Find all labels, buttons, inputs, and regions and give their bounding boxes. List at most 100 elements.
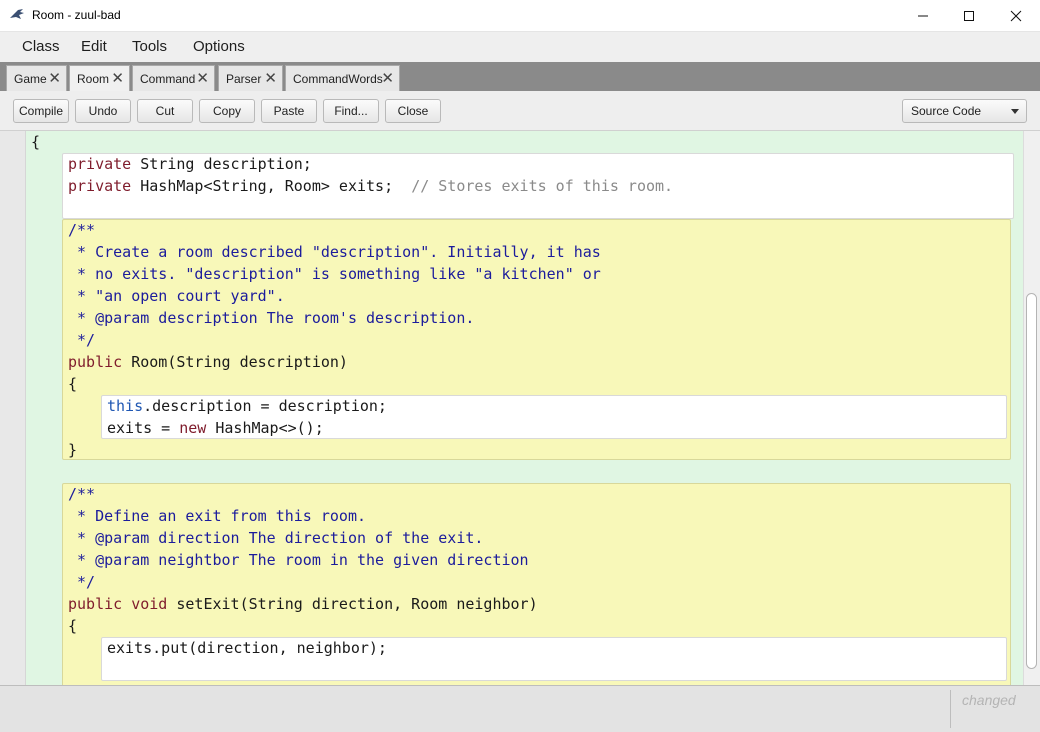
code-line[interactable]: } (68, 439, 77, 461)
code-line[interactable]: private String description; (68, 153, 312, 175)
code-token: { (68, 617, 78, 635)
tab-label: Command (140, 71, 196, 86)
code-token: HashMap<String, Room> exits; (131, 177, 412, 195)
code-line[interactable]: private HashMap<String, Room> exits; // … (68, 175, 673, 197)
close-icon[interactable]: ✕ (48, 69, 61, 87)
view-mode-value: Source Code (911, 104, 982, 118)
menu-edit[interactable]: Edit (81, 38, 107, 55)
code-token: void (131, 595, 168, 613)
code-line[interactable]: this.description = description; (107, 395, 387, 417)
code-token: * "an open court yard". (68, 287, 285, 305)
tab-commandwords[interactable]: CommandWords ✕ (285, 65, 400, 91)
code-token: HashMap<>(); (206, 419, 324, 437)
status-divider (950, 690, 951, 728)
tab-label: Parser (226, 71, 262, 86)
copy-button[interactable]: Copy (199, 99, 255, 123)
scrollbar-thumb[interactable] (1026, 293, 1037, 669)
close-window-button[interactable] (993, 0, 1039, 31)
code-line[interactable]: */ (68, 571, 95, 593)
code-token: * @param direction The direction of the … (68, 529, 484, 547)
menu-options[interactable]: Options (193, 38, 245, 55)
bluej-bird-icon (10, 9, 24, 19)
find-button[interactable]: Find... (323, 99, 379, 123)
code-token: exits = (107, 419, 180, 437)
code-token: */ (68, 331, 96, 349)
maximize-icon (964, 10, 974, 21)
code-token: * @param description The room's descript… (68, 309, 475, 327)
title-bar: Room - zuul-bad (0, 0, 1040, 32)
menu-bar: Class Edit Tools Options (0, 32, 1040, 62)
code-line[interactable]: exits.put(direction, neighbor); (107, 637, 387, 659)
compile-button[interactable]: Compile (13, 99, 69, 123)
toolbar: Compile Undo Cut Copy Paste Find... Clos… (0, 91, 1040, 131)
code-line[interactable]: public void setExit(String direction, Ro… (68, 593, 538, 615)
minimize-icon (918, 15, 928, 16)
close-icon[interactable]: ✕ (381, 69, 394, 87)
tab-room[interactable]: Room ✕ (69, 65, 130, 91)
tab-label: Game (14, 71, 47, 86)
code-line[interactable]: * "an open court yard". (68, 285, 285, 307)
close-button[interactable]: Close (385, 99, 441, 123)
code-token: * @param neightbor The room in the given… (68, 551, 529, 569)
paste-button[interactable]: Paste (261, 99, 317, 123)
chevron-down-icon (1011, 109, 1019, 114)
code-token: * Define an exit from this room. (68, 507, 367, 525)
code-token: */ (68, 573, 96, 591)
code-token: private (68, 177, 132, 195)
menu-class[interactable]: Class (22, 38, 60, 55)
code-line[interactable]: { (68, 373, 77, 395)
window-title: Room - zuul-bad (32, 8, 121, 22)
code-token: private (68, 155, 132, 173)
maximize-button[interactable] (946, 0, 992, 31)
code-token: { (68, 375, 78, 393)
code-line[interactable]: { (31, 131, 40, 153)
code-line[interactable]: public Room(String description) (68, 351, 348, 373)
line-gutter[interactable] (0, 131, 26, 685)
status-text: changed (962, 692, 1016, 708)
menu-tools[interactable]: Tools (132, 38, 167, 55)
tab-parser[interactable]: Parser ✕ (218, 65, 283, 91)
tab-label: Room (77, 71, 110, 86)
undo-button[interactable]: Undo (75, 99, 131, 123)
code-token: * Create a room described "description".… (68, 243, 601, 261)
close-icon[interactable]: ✕ (196, 69, 209, 87)
code-token: * no exits. "description" is something l… (68, 265, 601, 283)
code-token: Room(String description) (122, 353, 348, 371)
close-icon[interactable]: ✕ (264, 69, 277, 87)
code-token: } (68, 441, 78, 459)
code-token: setExit(String direction, Room neighbor) (167, 595, 538, 613)
code-line[interactable]: exits = new HashMap<>(); (107, 417, 324, 439)
code-token: public (68, 595, 123, 613)
code-line[interactable]: { (68, 615, 77, 637)
code-line[interactable]: /** (68, 483, 95, 505)
code-line[interactable]: * @param direction The direction of the … (68, 527, 483, 549)
code-line[interactable]: * @param description The room's descript… (68, 307, 474, 329)
code-editor[interactable]: {private String description; private Hash… (0, 131, 1040, 685)
code-token: public (68, 353, 123, 371)
code-token: { (31, 133, 41, 151)
code-line[interactable]: /** (68, 219, 95, 241)
tab-bar: Game ✕ Room ✕ Command ✕ Parser ✕ Command… (0, 62, 1040, 91)
code-token: new (179, 419, 207, 437)
tab-command[interactable]: Command ✕ (132, 65, 215, 91)
code-line[interactable]: * no exits. "description" is something l… (68, 263, 601, 285)
code-token: /** (68, 221, 96, 239)
code-line[interactable]: * Create a room described "description".… (68, 241, 601, 263)
code-line[interactable]: * Define an exit from this room. (68, 505, 366, 527)
code-token: this (107, 397, 144, 415)
code-token: /** (68, 485, 96, 503)
tab-label: CommandWords (293, 71, 383, 86)
status-bar: changed (0, 685, 1040, 732)
code-token: // Stores exits of this room. (411, 177, 674, 195)
view-mode-select[interactable]: Source Code (902, 99, 1027, 123)
close-icon[interactable]: ✕ (111, 69, 124, 87)
code-line[interactable]: * @param neightbor The room in the given… (68, 549, 529, 571)
cut-button[interactable]: Cut (137, 99, 193, 123)
code-token: exits.put(direction, neighbor); (107, 639, 387, 657)
code-line[interactable]: */ (68, 329, 95, 351)
code-token: .description = description; (143, 397, 387, 415)
minimize-button[interactable] (900, 0, 946, 31)
tab-game[interactable]: Game ✕ (6, 65, 67, 91)
close-icon (1010, 10, 1022, 21)
